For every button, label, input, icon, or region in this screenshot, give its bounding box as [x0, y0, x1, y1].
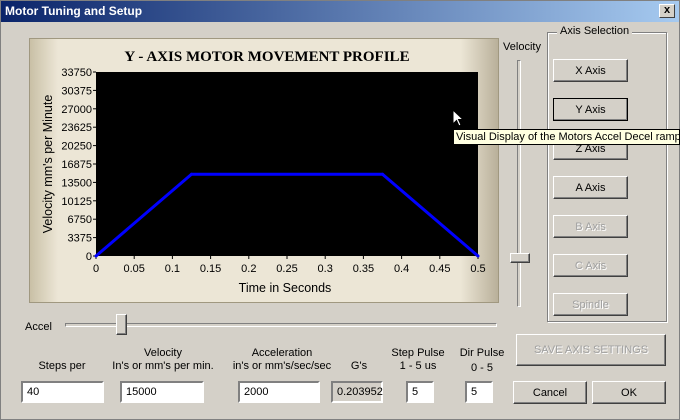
chart-tooltip: Visual Display of the Motors Accel Decel…: [453, 129, 680, 145]
y-tick-label: 23625: [61, 122, 92, 134]
y-tick-label: 27000: [61, 104, 92, 116]
chart-title: Y - AXIS MOTOR MOVEMENT PROFILE: [124, 49, 409, 65]
window-title: Motor Tuning and Setup: [5, 4, 143, 18]
save-axis-settings-button[interactable]: SAVE AXIS SETTINGS: [516, 334, 666, 366]
y-tick-label: 0: [86, 251, 92, 263]
x-axis-label: Time in Seconds: [239, 281, 332, 295]
velocity-profile-point: [94, 254, 98, 258]
velocity-input[interactable]: [120, 381, 204, 403]
x-tick-label: 0.3: [318, 263, 333, 275]
accel-slider-label: Accel: [25, 321, 52, 333]
x-tick-label: 0.15: [200, 263, 221, 275]
x-tick-label: 0.2: [241, 263, 256, 275]
y-tick-label: 6750: [68, 214, 92, 226]
velocity-profile-point: [476, 254, 480, 258]
y-tick-label: 16875: [61, 159, 92, 171]
velocity-slider-track[interactable]: [517, 60, 521, 307]
dir-pulse-range-label: 0 - 5: [470, 362, 493, 374]
y-tick-label: 20250: [61, 141, 92, 153]
x-axis-button[interactable]: X Axis: [553, 59, 628, 82]
ok-button[interactable]: OK: [592, 381, 666, 404]
velocity-slider-label: Velocity: [503, 41, 541, 53]
mouse-pointer-icon: [452, 109, 464, 127]
x-tick-label: 0.25: [276, 263, 297, 275]
acceleration-label: Acceleration: [251, 347, 313, 359]
motor-tuning-window: Motor Tuning and Setup x Y - AXIS MOTOR …: [0, 0, 680, 420]
gs-label: G's: [350, 360, 368, 372]
x-tick-label: 0.4: [394, 263, 409, 275]
title-bar: Motor Tuning and Setup x: [1, 1, 679, 22]
y-tick-label: 33750: [61, 67, 92, 79]
spindle-button[interactable]: Spindle: [553, 293, 628, 316]
velocity-slider-thumb[interactable]: [510, 252, 530, 263]
acceleration-units-label: in's or mm's/sec/sec: [232, 360, 332, 372]
velocity-profile-point: [190, 172, 193, 176]
x-tick-label: 0.35: [353, 263, 374, 275]
velocity-profile-point: [381, 172, 384, 176]
velocity-label: Velocity: [144, 347, 182, 359]
dir-pulse-input[interactable]: [465, 381, 493, 403]
x-tick-label: 0.45: [429, 263, 450, 275]
b-axis-button[interactable]: B Axis: [553, 215, 628, 238]
steps-per-label: Steps per: [38, 360, 86, 372]
x-tick-label: 0.5: [470, 263, 485, 275]
y-tick-label: 13500: [61, 177, 92, 189]
dir-pulse-label: Dir Pulse: [459, 347, 505, 359]
acceleration-input[interactable]: [238, 381, 320, 403]
accel-slider-track[interactable]: [65, 323, 497, 327]
accel-slider-thumb[interactable]: [116, 314, 128, 335]
y-axis-label: Velocity mm's per Minute: [41, 95, 55, 234]
y-tick-label: 3375: [68, 233, 92, 245]
cancel-button[interactable]: Cancel: [513, 381, 587, 404]
step-pulse-label: Step Pulse: [391, 347, 445, 359]
steps-per-input[interactable]: [21, 381, 104, 403]
x-tick-label: 0: [93, 263, 99, 275]
velocity-units-label: In's or mm's per min.: [112, 360, 214, 372]
x-tick-label: 0.05: [123, 263, 144, 275]
y-tick-label: 30375: [61, 85, 92, 97]
step-pulse-range-label: 1 - 5 us: [399, 360, 437, 372]
motor-profile-chart: Y - AXIS MOTOR MOVEMENT PROFILE Velocity…: [41, 49, 486, 295]
step-pulse-input[interactable]: [406, 381, 434, 403]
close-button[interactable]: x: [659, 4, 675, 18]
a-axis-button[interactable]: A Axis: [553, 176, 628, 199]
axis-selection-label: Axis Selection: [557, 25, 633, 37]
y-axis-button[interactable]: Y Axis: [553, 98, 628, 121]
plot-area: [96, 72, 478, 256]
motor-profile-chart-panel: Y - AXIS MOTOR MOVEMENT PROFILE Velocity…: [29, 38, 499, 303]
gs-value: 0.203952: [331, 381, 383, 403]
y-tick-label: 10125: [61, 196, 92, 208]
c-axis-button[interactable]: C Axis: [553, 254, 628, 277]
x-tick-label: 0.1: [165, 263, 180, 275]
